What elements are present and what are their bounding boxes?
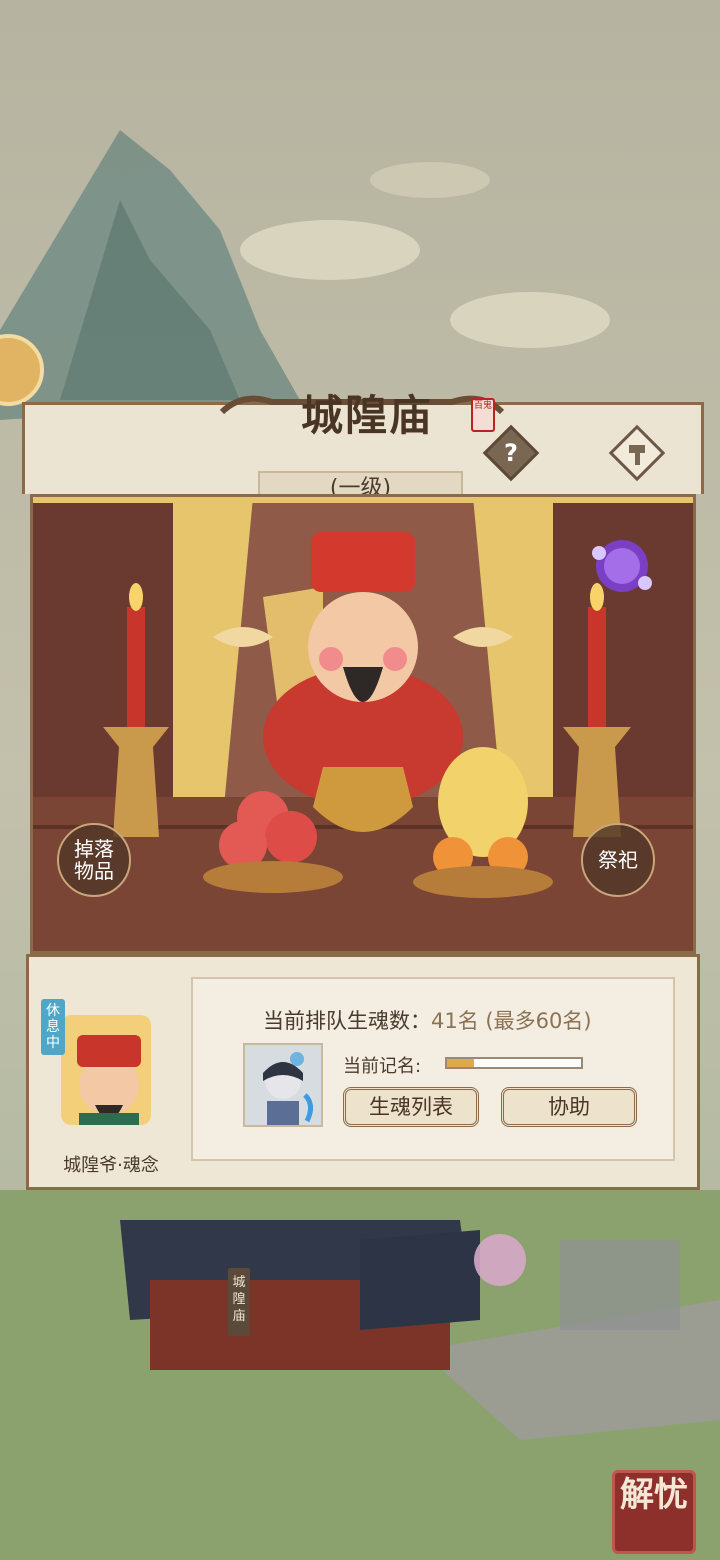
npc-name: 城隍爷·魂念 bbox=[63, 1155, 159, 1176]
queue-info-box: 当前排队生魂数：41名 (最多60名) 当前记名: 生魂列表 协助 bbox=[191, 977, 675, 1161]
queue-info: 当前排队生魂数：41名 (最多60名) bbox=[263, 1005, 592, 1035]
temple-panel: (一级) ? 城隍庙 百鬼 掉落物品 祭祀 休息中 城隍爷·魂念 当前排队生魂数… bbox=[22, 372, 704, 1194]
purple-spirit-icon[interactable] bbox=[587, 531, 657, 601]
avatar bbox=[61, 1015, 151, 1125]
help-button[interactable]: ? bbox=[482, 424, 540, 482]
hammer-icon bbox=[620, 436, 654, 470]
queue-label: 当前排队生魂数： bbox=[263, 1009, 431, 1033]
build-button[interactable] bbox=[608, 424, 666, 482]
dropped-items-label: 掉落物品 bbox=[74, 837, 114, 883]
assist-button[interactable]: 协助 bbox=[501, 1087, 637, 1127]
map-temple-label[interactable]: 城隍庙 bbox=[228, 1268, 250, 1336]
current-record-progress-fill bbox=[447, 1059, 474, 1067]
current-record-label: 当前记名: bbox=[343, 1056, 422, 1077]
current-record-progress bbox=[445, 1057, 583, 1069]
npc-portrait[interactable] bbox=[49, 995, 159, 1145]
avatar bbox=[263, 1052, 313, 1125]
temple-title: 城隍庙 bbox=[300, 391, 433, 440]
sacrifice-button[interactable]: 祭祀 bbox=[581, 823, 655, 897]
current-soul-avatar[interactable] bbox=[243, 1043, 323, 1127]
sacrifice-label: 祭祀 bbox=[598, 848, 638, 872]
question-icon: ? bbox=[504, 439, 518, 467]
title-seal: 百鬼 bbox=[471, 398, 495, 432]
queue-count: 41名 bbox=[431, 1009, 479, 1033]
altar-scene: 掉落物品 祭祀 bbox=[30, 494, 696, 954]
soul-list-button[interactable]: 生魂列表 bbox=[343, 1087, 479, 1127]
status-badge: 休息中 bbox=[41, 999, 65, 1055]
queue-max: (最多60名) bbox=[485, 1009, 592, 1033]
dropped-items-button[interactable]: 掉落物品 bbox=[57, 823, 131, 897]
worry-relief-button[interactable]: 解忧 bbox=[612, 1470, 696, 1554]
info-panel: 休息中 城隍爷·魂念 当前排队生魂数：41名 (最多60名) 当前记名: 生魂列… bbox=[26, 954, 700, 1190]
